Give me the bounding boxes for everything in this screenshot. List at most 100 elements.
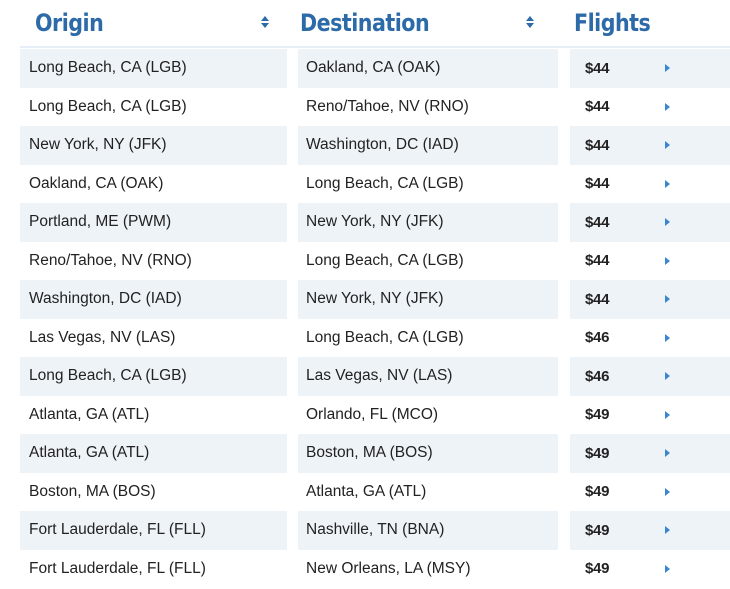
table-row[interactable]: Long Beach, CA (LGB) Reno/Tahoe, NV (RNO)… [0,88,730,127]
origin-text: Long Beach, CA (LGB) [29,59,187,77]
flights-cell[interactable]: $46 [570,357,730,396]
destination-header-label: Destination [300,9,430,37]
sort-origin-icon[interactable] [260,16,270,30]
origin-cell: Long Beach, CA (LGB) [20,88,287,127]
origin-cell: Fort Lauderdale, FL (FLL) [20,511,287,550]
column-header-flights: Flights [574,0,724,46]
chevron-right-icon[interactable] [665,526,670,534]
destination-cell: Atlanta, GA (ATL) [298,473,558,512]
flights-cell[interactable]: $44 [570,280,730,319]
origin-text: Atlanta, GA (ATL) [29,405,150,423]
header-divider [20,46,730,48]
price-text: $49 [585,560,610,578]
sort-destination-icon[interactable] [525,16,535,30]
origin-cell: Washington, DC (IAD) [20,280,287,319]
chevron-right-icon[interactable] [665,449,670,457]
table-row[interactable]: Las Vegas, NV (LAS) Long Beach, CA (LGB) $… [0,319,730,358]
origin-text: Fort Lauderdale, FL (FLL) [29,521,206,539]
destination-text: Long Beach, CA (LGB) [306,251,464,269]
chevron-right-icon[interactable] [665,179,670,188]
price-text: $49 [585,406,610,424]
chevron-right-icon[interactable] [665,295,670,303]
column-header-origin[interactable]: Origin [35,0,275,46]
chevron-right-icon[interactable] [665,64,670,72]
table-row[interactable]: Reno/Tahoe, NV (RNO) Long Beach, CA (LGB)… [0,242,730,281]
origin-text: Las Vegas, NV (LAS) [29,328,176,346]
price-text: $44 [585,213,610,231]
table-header: Origin Destination Flights [0,0,730,46]
price-text: $44 [585,59,610,77]
origin-cell: Reno/Tahoe, NV (RNO) [20,242,287,281]
fares-table-body: Long Beach, CA (LGB) Oakland, CA (OAK) $44… [0,49,730,588]
table-row[interactable]: Boston, MA (BOS) Atlanta, GA (ATL) $49 [0,473,730,512]
origin-cell: Atlanta, GA (ATL) [20,396,287,435]
origin-text: Boston, MA (BOS) [29,482,156,500]
flights-cell[interactable]: $44 [570,242,730,281]
flights-cell[interactable]: $49 [570,396,730,435]
destination-cell: Washington, DC (IAD) [298,126,558,165]
column-header-destination[interactable]: Destination [300,0,540,46]
destination-cell: Long Beach, CA (LGB) [298,165,558,204]
flights-cell[interactable]: $46 [570,319,730,358]
chevron-right-icon[interactable] [665,333,670,342]
table-row[interactable]: New York, NY (JFK) Washington, DC (IAD) $4… [0,126,730,165]
price-text: $49 [585,444,610,462]
flights-cell[interactable]: $44 [570,88,730,127]
flights-cell[interactable]: $44 [570,165,730,204]
chevron-right-icon[interactable] [665,256,670,265]
origin-text: Long Beach, CA (LGB) [29,97,187,115]
flights-cell[interactable]: $49 [570,511,730,550]
chevron-right-icon[interactable] [665,487,670,496]
chevron-right-icon[interactable] [665,372,670,380]
destination-cell: Orlando, FL (MCO) [298,396,558,435]
destination-cell: New York, NY (JFK) [298,203,558,242]
origin-cell: Atlanta, GA (ATL) [20,434,287,473]
origin-text: Oakland, CA (OAK) [29,174,164,192]
flights-cell[interactable]: $44 [570,203,730,242]
table-row[interactable]: Atlanta, GA (ATL) Boston, MA (BOS) $49 [0,434,730,473]
table-row[interactable]: Oakland, CA (OAK) Long Beach, CA (LGB) $44 [0,165,730,204]
origin-cell: Oakland, CA (OAK) [20,165,287,204]
table-row[interactable]: Fort Lauderdale, FL (FLL) Nashville, TN (… [0,511,730,550]
origin-text: Long Beach, CA (LGB) [29,367,187,385]
price-text: $44 [585,98,610,116]
destination-cell: Boston, MA (BOS) [298,434,558,473]
flights-cell[interactable]: $49 [570,434,730,473]
table-row[interactable]: Washington, DC (IAD) New York, NY (JFK) $4… [0,280,730,319]
table-row[interactable]: Fort Lauderdale, FL (FLL) New Orleans, LA… [0,550,730,589]
destination-text: Orlando, FL (MCO) [306,405,439,423]
origin-text: Portland, ME (PWM) [29,213,172,231]
chevron-right-icon[interactable] [665,102,670,111]
origin-text: New York, NY (JFK) [29,136,167,154]
table-row[interactable]: Atlanta, GA (ATL) Orlando, FL (MCO) $49 [0,396,730,435]
chevron-right-icon[interactable] [665,141,670,149]
price-text: $44 [585,290,610,308]
price-text: $46 [585,329,610,347]
destination-text: Nashville, TN (BNA) [306,521,445,539]
origin-cell: Fort Lauderdale, FL (FLL) [20,550,287,589]
price-text: $44 [585,175,610,193]
flights-cell[interactable]: $44 [570,49,730,88]
destination-cell: Long Beach, CA (LGB) [298,242,558,281]
origin-cell: Long Beach, CA (LGB) [20,357,287,396]
chevron-right-icon[interactable] [665,410,670,419]
chevron-right-icon[interactable] [665,564,670,573]
destination-text: Atlanta, GA (ATL) [306,482,427,500]
table-row[interactable]: Portland, ME (PWM) New York, NY (JFK) $44 [0,203,730,242]
flights-cell[interactable]: $49 [570,550,730,589]
table-row[interactable]: Long Beach, CA (LGB) Oakland, CA (OAK) $44 [0,49,730,88]
destination-text: Reno/Tahoe, NV (RNO) [306,97,469,115]
origin-header-label: Origin [35,9,104,37]
flights-cell[interactable]: $44 [570,126,730,165]
chevron-right-icon[interactable] [665,218,670,226]
destination-cell: New York, NY (JFK) [298,280,558,319]
flights-cell[interactable]: $49 [570,473,730,512]
price-text: $44 [585,252,610,270]
table-row[interactable]: Long Beach, CA (LGB) Las Vegas, NV (LAS) $… [0,357,730,396]
origin-text: Fort Lauderdale, FL (FLL) [29,559,206,577]
destination-text: Boston, MA (BOS) [306,444,433,462]
origin-text: Washington, DC (IAD) [29,290,182,308]
destination-text: New York, NY (JFK) [306,213,444,231]
destination-text: New Orleans, LA (MSY) [306,559,471,577]
destination-text: Washington, DC (IAD) [306,136,459,154]
